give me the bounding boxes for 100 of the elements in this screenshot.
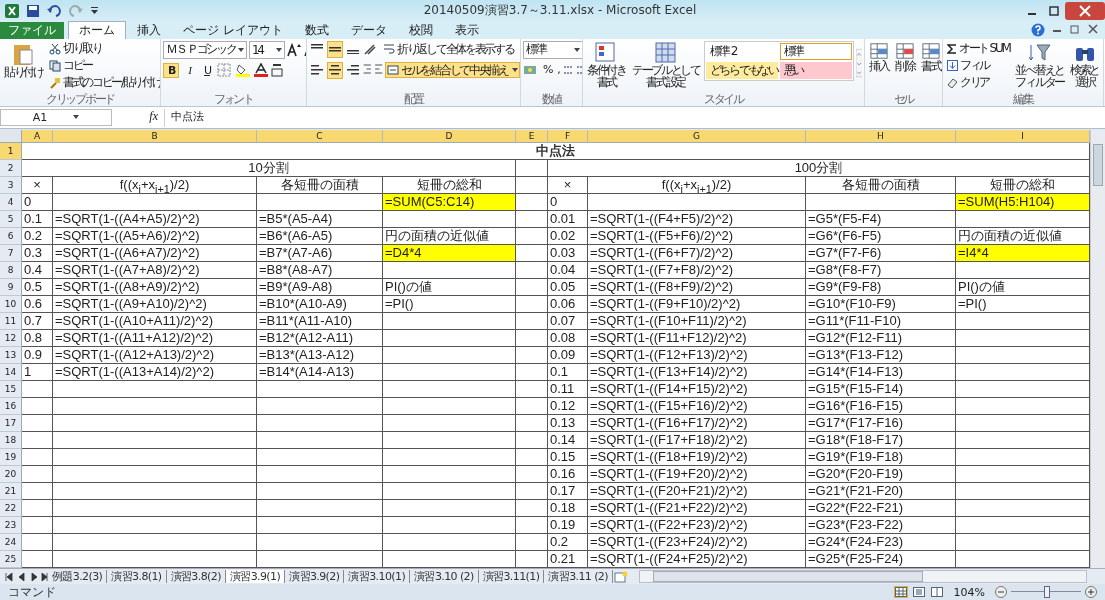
ribbon-tab[interactable]: ページ レイアウト bbox=[172, 20, 294, 39]
sheet-tab[interactable]: 演習3.11 (2) bbox=[544, 570, 613, 584]
clear-button[interactable]: クリア bbox=[945, 74, 1012, 91]
row-header[interactable]: 14 bbox=[0, 364, 22, 382]
column-header[interactable]: B bbox=[53, 130, 257, 144]
cut-button[interactable]: 切り取り bbox=[46, 40, 160, 57]
sheet-tab[interactable]: 演習3.8(2) bbox=[166, 570, 226, 584]
autosum-button[interactable]: オート SUM bbox=[945, 40, 1012, 57]
row-header[interactable]: 4 bbox=[0, 194, 22, 212]
row-header[interactable]: 17 bbox=[0, 415, 22, 433]
zoom-out-icon[interactable] bbox=[995, 586, 1007, 598]
name-box[interactable]: A1 bbox=[0, 108, 112, 126]
row-header[interactable]: 23 bbox=[0, 517, 22, 535]
percent-button[interactable]: % bbox=[541, 63, 554, 77]
sheet-tab[interactable]: 演習3.11(1) bbox=[478, 570, 545, 584]
zoom-level[interactable]: 104% bbox=[953, 585, 985, 599]
save-icon[interactable] bbox=[26, 3, 40, 18]
row-header[interactable]: 7 bbox=[0, 245, 22, 263]
row-header[interactable]: 11 bbox=[0, 313, 22, 331]
sheet-tab[interactable]: 演習3.8(1) bbox=[107, 570, 167, 584]
cell-style-option[interactable]: どちらでもない bbox=[705, 61, 778, 79]
insert-function-button[interactable]: fx bbox=[118, 108, 158, 124]
column-header[interactable]: C bbox=[257, 130, 383, 144]
cells-button[interactable]: 削除 bbox=[893, 40, 917, 73]
column-header[interactable]: H bbox=[806, 130, 956, 144]
format-as-table-button[interactable]: テーブルとして 書式設定 bbox=[629, 40, 702, 89]
ribbon-restore-icon[interactable] bbox=[1069, 22, 1081, 35]
grow-font-icon[interactable] bbox=[287, 42, 301, 57]
customize-caret-icon[interactable] bbox=[90, 6, 99, 16]
column-header[interactable]: F bbox=[548, 130, 588, 144]
format-painter-button[interactable]: 書式のコピー/貼り付け bbox=[46, 74, 160, 91]
fill-color-icon[interactable] bbox=[235, 63, 251, 78]
comma-button[interactable]: , bbox=[555, 63, 561, 77]
column-header[interactable]: A bbox=[22, 130, 53, 144]
cell-style-option[interactable]: 標準 bbox=[779, 42, 852, 60]
sheet-nav-icon[interactable] bbox=[4, 571, 48, 582]
row-header[interactable]: 19 bbox=[0, 449, 22, 467]
horizontal-align-button[interactable] bbox=[327, 61, 343, 79]
formula-input[interactable]: 中点法 bbox=[164, 108, 1105, 127]
font-color-icon[interactable] bbox=[253, 63, 269, 78]
row-header[interactable]: 15 bbox=[0, 381, 22, 399]
help-icon[interactable] bbox=[1031, 22, 1045, 37]
sheet-tab[interactable]: 演習3.9(1) bbox=[225, 570, 286, 584]
conditional-format-button[interactable]: 条件付き 書式 bbox=[585, 40, 628, 89]
row-header[interactable]: 12 bbox=[0, 330, 22, 348]
row-header[interactable]: 10 bbox=[0, 296, 22, 314]
undo-icon[interactable] bbox=[46, 3, 62, 18]
row-header[interactable]: 25 bbox=[0, 551, 22, 569]
format-button[interactable]: U bbox=[199, 62, 215, 78]
ribbon-tab[interactable]: 校閲 bbox=[397, 20, 444, 39]
phonetic-icon[interactable] bbox=[271, 63, 283, 78]
view-button[interactable] bbox=[929, 586, 944, 598]
cells-button[interactable]: 挿入 bbox=[867, 40, 891, 73]
horizontal-scrollbar[interactable] bbox=[638, 570, 1087, 584]
row-header[interactable]: 13 bbox=[0, 347, 22, 365]
ribbon-tab[interactable]: 数式 bbox=[293, 20, 340, 39]
font-size-dropdown[interactable]: 14 bbox=[249, 40, 285, 59]
row-header[interactable]: 3 bbox=[0, 177, 22, 195]
sheet-tab[interactable]: 演習3.9(2) bbox=[285, 570, 345, 584]
column-header[interactable]: E bbox=[516, 130, 548, 144]
merge-center-button[interactable]: セルを結合して中央揃え bbox=[385, 62, 520, 79]
row-header[interactable]: 20 bbox=[0, 466, 22, 484]
cell-style-option[interactable]: 悪い bbox=[779, 61, 852, 79]
orientation-icon[interactable] bbox=[363, 42, 379, 57]
row-header[interactable]: 6 bbox=[0, 228, 22, 246]
row-header[interactable]: 8 bbox=[0, 262, 22, 280]
row-header[interactable]: 18 bbox=[0, 432, 22, 450]
copy-button[interactable]: コピー bbox=[46, 57, 160, 74]
sort-filter-button[interactable]: 並べ替えと フィルター bbox=[1013, 40, 1066, 89]
row-header[interactable]: 24 bbox=[0, 534, 22, 552]
paste-button[interactable]: 貼り付け bbox=[2, 40, 45, 79]
number-format-dropdown[interactable]: 標準 bbox=[523, 40, 582, 59]
fill-button[interactable]: フィル bbox=[945, 57, 1012, 74]
row-header[interactable]: 9 bbox=[0, 279, 22, 297]
vertical-scrollbar[interactable] bbox=[1090, 130, 1105, 569]
format-button[interactable]: I bbox=[181, 62, 197, 78]
cells-button[interactable]: 書式 bbox=[919, 40, 942, 73]
decimal-icon[interactable] bbox=[562, 63, 582, 76]
vertical-align-button[interactable] bbox=[327, 40, 343, 58]
row-header[interactable]: 5 bbox=[0, 211, 22, 229]
sheet-tab[interactable]: 演習3.10 (2) bbox=[410, 570, 479, 584]
column-header[interactable]: I bbox=[956, 130, 1090, 144]
ribbon-tab[interactable]: データ bbox=[339, 20, 398, 39]
column-header[interactable]: G bbox=[588, 130, 806, 144]
zoom-in-icon[interactable] bbox=[1085, 586, 1097, 598]
row-header[interactable]: 2 bbox=[0, 160, 22, 178]
view-button[interactable] bbox=[893, 586, 908, 598]
view-button[interactable] bbox=[911, 586, 926, 598]
wrap-text-button[interactable]: 折り返して全体を表示する bbox=[381, 41, 516, 58]
zoom-slider-thumb[interactable] bbox=[1044, 586, 1051, 598]
ribbon-tab[interactable]: 挿入 bbox=[126, 20, 172, 39]
font-name-dropdown[interactable]: ＭＳ Ｐゴシック bbox=[163, 40, 247, 59]
workbook-close-icon[interactable] bbox=[1087, 22, 1099, 35]
sheet-tab[interactable]: 演習3.10(1) bbox=[344, 570, 411, 584]
sheet-tab[interactable]: 例題3.2(3) bbox=[48, 570, 108, 584]
ribbon-tab[interactable]: 表示 bbox=[443, 20, 490, 39]
row-header[interactable]: 22 bbox=[0, 500, 22, 518]
new-sheet-icon[interactable] bbox=[612, 570, 629, 583]
column-header[interactable]: D bbox=[383, 130, 516, 144]
row-header[interactable]: 16 bbox=[0, 398, 22, 416]
